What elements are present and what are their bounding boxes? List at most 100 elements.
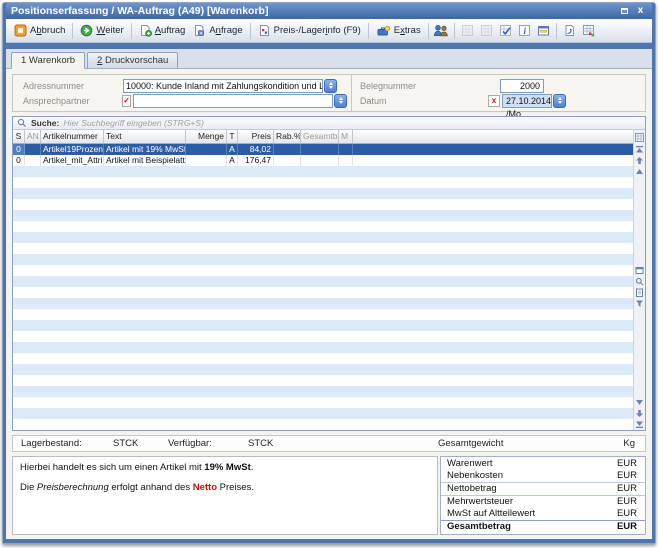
datum-spinner[interactable] (553, 94, 566, 108)
table-row[interactable] (13, 199, 633, 210)
toolbar-iconbutton-users[interactable] (432, 21, 451, 40)
table-cell (25, 232, 41, 243)
table-cell (339, 364, 353, 375)
table-cell (186, 331, 227, 342)
bottom-panels: Hierbei handelt es sich um einen Artikel… (12, 456, 646, 535)
table-cell (104, 265, 186, 276)
table-cell (238, 375, 274, 386)
table-row[interactable] (13, 353, 633, 364)
adressnummer-spinner[interactable] (324, 79, 337, 93)
strip-scroll-top-button[interactable] (634, 144, 645, 155)
table-row[interactable] (13, 276, 633, 287)
toolbar-button-anfrage[interactable]: Anfrage (189, 22, 246, 39)
address-form: Adressnummer 10000: Kunde Inland mit Zah… (13, 75, 351, 111)
strip-arrow-up-button[interactable] (634, 155, 645, 166)
strip-triangle-up-button[interactable] (634, 166, 645, 177)
strip-triangle-down-button[interactable] (634, 397, 645, 408)
table-row[interactable] (13, 232, 633, 243)
table-cell (25, 353, 41, 364)
table-row[interactable]: 0Artikel19ProzentArtikel mit 19% MwSt.A8… (13, 144, 633, 155)
grid-corner-button[interactable] (634, 130, 645, 144)
strip-arrow-down-button[interactable] (634, 408, 645, 419)
toolbar-button-preis-lagerinfo-f9-[interactable]: Preis-/Lagerinfo (F9) (254, 22, 365, 39)
column-header-t[interactable]: T (227, 130, 238, 143)
table-row[interactable] (13, 419, 633, 430)
table-row[interactable] (13, 408, 633, 419)
table-row[interactable]: 0Artikel_mit_AttribuArtikel mit Beispiel… (13, 155, 633, 166)
tab-druckvorschau[interactable]: 2 Druckvorschau (87, 52, 178, 69)
adressnummer-combo[interactable]: 10000: Kunde Inland mit Zahlungskonditio… (123, 79, 337, 93)
strip-doc-small-button[interactable] (634, 287, 645, 298)
column-header-menge[interactable]: Menge (186, 130, 227, 143)
table-row[interactable] (13, 298, 633, 309)
restore-button[interactable] (618, 6, 631, 17)
grid-search-row[interactable]: Suche: Hier Suchbegriff eingeben (STRG+S… (13, 117, 645, 130)
toolbar-iconbutton-table-add[interactable] (579, 21, 598, 40)
datum-input[interactable]: 27.10.2014 /Mo (502, 94, 552, 108)
table-row[interactable] (13, 166, 633, 177)
toolbar-button-extras[interactable]: Extras (372, 22, 425, 39)
column-header-filler[interactable] (353, 130, 633, 143)
table-row[interactable] (13, 320, 633, 331)
table-row[interactable] (13, 397, 633, 408)
table-row[interactable] (13, 265, 633, 276)
column-header-preis[interactable]: Preis (238, 130, 274, 143)
column-header-an[interactable]: AN (25, 130, 41, 143)
column-header-text[interactable]: Text (104, 130, 186, 143)
table-cell (25, 276, 41, 287)
summary-label: Mehrwertsteuer (447, 496, 513, 507)
summary-label: Warenwert (447, 458, 493, 469)
table-cell (339, 210, 353, 221)
ansprechpartner-value[interactable] (133, 94, 333, 108)
table-row[interactable] (13, 177, 633, 188)
ansprechpartner-combo[interactable] (133, 94, 347, 108)
table-cell (339, 166, 353, 177)
strip-filter-button[interactable] (634, 298, 645, 309)
table-cell (339, 243, 353, 254)
table-row[interactable] (13, 188, 633, 199)
toolbar-iconbutton-info[interactable]: i (515, 21, 534, 40)
tab-content: Adressnummer 10000: Kunde Inland mit Zah… (6, 69, 652, 539)
table-cell (274, 342, 301, 353)
column-header-m[interactable]: M (339, 130, 353, 143)
close-button[interactable]: x (634, 6, 647, 17)
column-header-artikelnummer[interactable]: Artikelnummer (41, 130, 104, 143)
ansprechpartner-spinner[interactable] (334, 94, 347, 108)
table-cell (353, 331, 633, 342)
column-header-gesamtbetrag[interactable]: Gesamtbetrag (301, 130, 339, 143)
search-icon (17, 118, 27, 128)
table-add-icon (582, 24, 595, 37)
calendar-icon[interactable]: x (488, 95, 500, 107)
table-row[interactable] (13, 221, 633, 232)
strip-magnifier-button[interactable] (634, 276, 645, 287)
strip-window-small-button[interactable] (634, 265, 645, 276)
table-row[interactable] (13, 386, 633, 397)
toolbar-iconbutton-window-layout[interactable] (534, 21, 553, 40)
toolbar-button-auftrag[interactable]: Auftrag (135, 22, 190, 39)
table-cell (186, 419, 227, 430)
table-row[interactable] (13, 210, 633, 221)
table-row[interactable] (13, 287, 633, 298)
strip-scroll-bottom-button[interactable] (634, 419, 645, 430)
table-row[interactable] (13, 243, 633, 254)
contact-check-icon[interactable]: ✓ (122, 95, 131, 107)
adressnummer-value[interactable]: 10000: Kunde Inland mit Zahlungskonditio… (123, 79, 323, 93)
table-row[interactable] (13, 309, 633, 320)
table-cell (238, 320, 274, 331)
toolbar-button-abbruch[interactable]: Abbruch (10, 22, 69, 39)
toolbar-iconbutton-grid-check[interactable] (496, 21, 515, 40)
column-header-rab[interactable]: Rab.% (274, 130, 301, 143)
toolbar-button-weiter[interactable]: Weiter (76, 22, 127, 39)
table-row[interactable] (13, 331, 633, 342)
toolbar-iconbutton-doc-export[interactable] (560, 21, 579, 40)
table-cell (186, 397, 227, 408)
table-row[interactable] (13, 254, 633, 265)
table-cell (25, 243, 41, 254)
table-cell (186, 221, 227, 232)
table-row[interactable] (13, 342, 633, 353)
belegnummer-input[interactable]: 2000 (500, 79, 544, 93)
column-header-s[interactable]: S (13, 130, 25, 143)
table-row[interactable] (13, 364, 633, 375)
tab-warenkorb[interactable]: 1 Warenkorb (11, 52, 85, 69)
table-row[interactable] (13, 375, 633, 386)
